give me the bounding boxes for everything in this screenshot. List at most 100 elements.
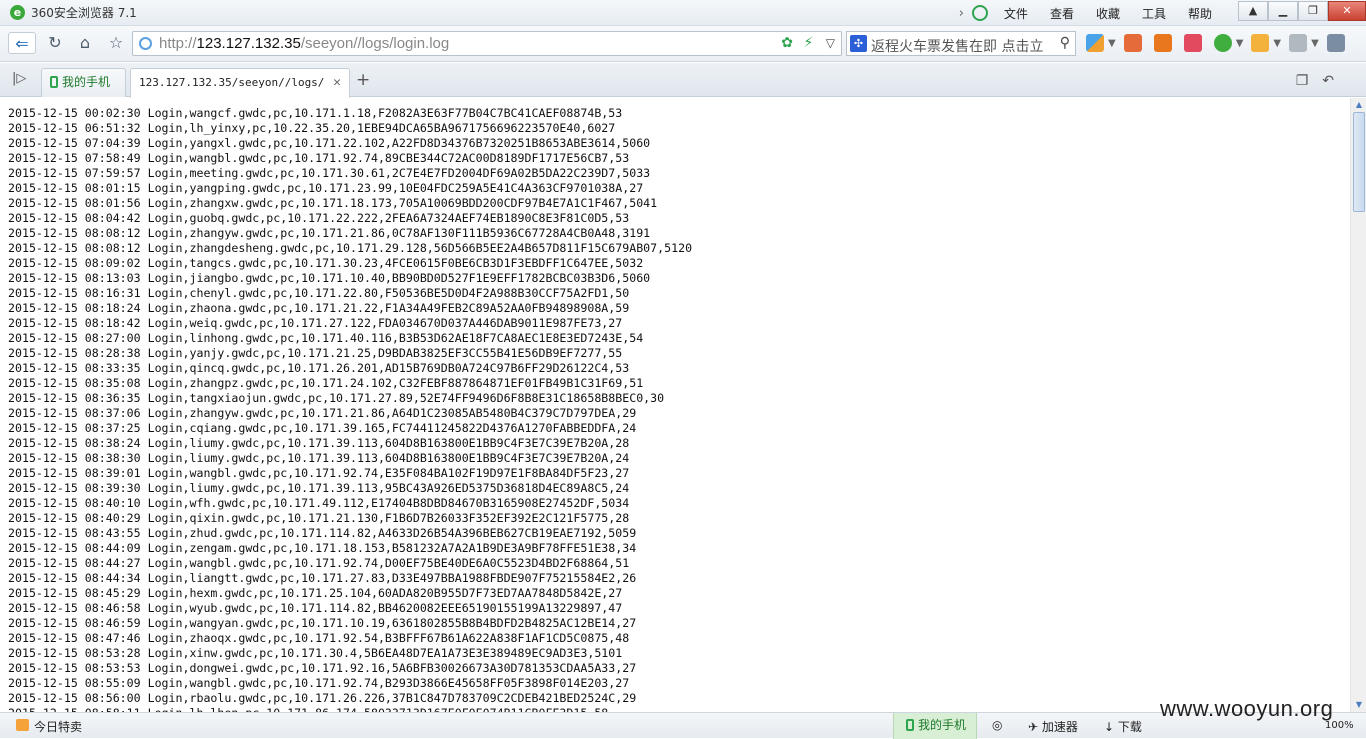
chevron-down-icon[interactable]: ▼ [1108, 38, 1116, 49]
taobao-icon[interactable] [1153, 34, 1172, 52]
log-line: 2015-12-15 08:37:25 Login,cqiang.gwdc,pc… [8, 421, 637, 435]
home-button[interactable]: ⌂ [74, 32, 96, 54]
window-title: 360安全浏览器 7.1 [31, 6, 137, 20]
phone-icon [906, 719, 914, 731]
log-line: 2015-12-15 08:01:56 Login,zhangxw.gwdc,p… [8, 196, 658, 210]
log-line: 2015-12-15 08:53:53 Login,dongwei.gwdc,p… [8, 661, 637, 675]
bag-icon[interactable] [1183, 34, 1202, 52]
scroll-down-icon[interactable]: ▼ [1353, 699, 1365, 711]
menu-tools[interactable]: 工具 [1142, 5, 1166, 22]
address-bar[interactable]: http://123.127.132.35/seeyon//logs/login… [132, 31, 842, 56]
page-content: 2015-12-15 00:02:30 Login,wangcf.gwdc,pc… [0, 98, 1350, 712]
log-line: 2015-12-15 08:08:12 Login,zhangyw.gwdc,p… [8, 226, 651, 240]
log-line: 2015-12-15 08:09:02 Login,tangcs.gwdc,pc… [8, 256, 644, 270]
log-line: 2015-12-15 08:28:38 Login,yanjy.gwdc,pc,… [8, 346, 623, 360]
log-line: 2015-12-15 08:45:29 Login,hexm.gwdc,pc,1… [8, 586, 623, 600]
close-button[interactable]: ✕ [1328, 1, 1366, 21]
log-line: 2015-12-15 07:04:39 Login,yangxl.gwdc,pc… [8, 136, 651, 150]
chevron-down-icon[interactable]: ▽ [826, 36, 835, 50]
scroll-thumb[interactable] [1353, 112, 1365, 212]
chevron-right-icon[interactable]: › [959, 6, 964, 21]
menu-file[interactable]: 文件 [1004, 5, 1028, 22]
tab-list-icon[interactable]: ❐ [1296, 73, 1323, 89]
navigation-bar: ⇐ ↻ ⌂ ☆ http://123.127.132.35/seeyon//lo… [0, 26, 1366, 62]
tab-bar-actions: ❐↶ [1296, 73, 1348, 89]
shield-icon[interactable] [1213, 34, 1232, 52]
minimize-button[interactable]: ▁ [1268, 1, 1298, 21]
menu-favorites[interactable]: 收藏 [1096, 5, 1120, 22]
log-line: 2015-12-15 07:59:57 Login,meeting.gwdc,p… [8, 166, 651, 180]
tab-login-log[interactable]: 123.127.132.35/seeyon//logs/ ✕ [130, 68, 350, 98]
new-tab-button[interactable]: + [356, 70, 370, 90]
log-line: 2015-12-15 08:55:09 Login,wangbl.gwdc,pc… [8, 676, 630, 690]
back-button[interactable]: ⇐ [8, 32, 36, 54]
screenshot-icon[interactable] [1289, 34, 1308, 52]
tab-bar: |▷ 我的手机 123.127.132.35/seeyon//logs/ ✕ +… [0, 63, 1366, 98]
log-line: 2015-12-15 08:40:29 Login,qixin.gwdc,pc,… [8, 511, 630, 525]
apps-icon[interactable] [1086, 34, 1104, 52]
search-input[interactable]: 返程火车票发售在即 点击立 [871, 36, 1051, 56]
log-line: 2015-12-15 08:39:01 Login,wangbl.gwdc,pc… [8, 466, 630, 480]
log-line: 2015-12-15 08:35:08 Login,zhangpz.gwdc,p… [8, 376, 644, 390]
game-icon[interactable] [1251, 34, 1270, 52]
speed-icon[interactable]: ◎ [992, 718, 1002, 732]
menu-view[interactable]: 查看 [1050, 5, 1074, 22]
favorite-star-icon[interactable]: ☆ [105, 32, 127, 54]
window-buttons: ▲ ▁ ❐ ✕ [1238, 1, 1366, 21]
browser-logo-icon: e [10, 5, 25, 20]
lightning-icon[interactable]: ⚡ [803, 35, 813, 51]
daily-deals-link[interactable]: 今日特卖 [34, 718, 82, 735]
translate-icon[interactable] [1326, 34, 1345, 52]
log-line: 2015-12-15 08:13:03 Login,jiangbo.gwdc,p… [8, 271, 651, 285]
close-icon[interactable]: ✕ [333, 69, 341, 96]
url-text[interactable]: http://123.127.132.35/seeyon//logs/login… [159, 35, 449, 52]
baidu-paw-icon[interactable]: ✣ [850, 35, 867, 52]
chevron-down-icon[interactable]: ▼ [1236, 38, 1244, 49]
menu-help[interactable]: 帮助 [1188, 5, 1212, 22]
log-line: 2015-12-15 08:04:42 Login,guobq.gwdc,pc,… [8, 211, 630, 225]
calendar-icon[interactable] [1123, 34, 1142, 52]
chevron-down-icon[interactable]: ▼ [1273, 38, 1281, 49]
phone-icon [50, 76, 58, 88]
log-line: 2015-12-15 08:53:28 Login,xinw.gwdc,pc,1… [8, 646, 623, 660]
chevron-down-icon[interactable]: ▼ [1311, 38, 1319, 49]
log-line: 2015-12-15 08:33:35 Login,qincq.gwdc,pc,… [8, 361, 630, 375]
log-line: 2015-12-15 07:58:49 Login,wangbl.gwdc,pc… [8, 151, 630, 165]
log-line: 2015-12-15 08:01:15 Login,yangping.gwdc,… [8, 181, 644, 195]
log-line: 2015-12-15 08:46:59 Login,wangyan.gwdc,p… [8, 616, 637, 630]
tab-my-phone[interactable]: 我的手机 [41, 68, 126, 97]
log-text: 2015-12-15 00:02:30 Login,wangcf.gwdc,pc… [8, 106, 692, 712]
log-line: 2015-12-15 08:56:00 Login,rbaolu.gwdc,pc… [8, 691, 637, 705]
log-line: 2015-12-15 08:44:34 Login,liangtt.gwdc,p… [8, 571, 637, 585]
search-icon[interactable]: ⚲ [1060, 35, 1070, 51]
status-my-phone[interactable]: 我的手机 [893, 713, 977, 739]
log-line: 2015-12-15 08:38:30 Login,liumy.gwdc,pc,… [8, 451, 630, 465]
title-bar-controls: › 文件 查看 收藏 工具 帮助 ▲ ▁ ❐ ✕ [959, 0, 1366, 26]
download-button[interactable]: ↓ 下载 [1104, 718, 1142, 735]
tab-title: 123.127.132.35/seeyon//logs/ [139, 76, 325, 89]
title-bar: e 360安全浏览器 7.1 › 文件 查看 收藏 工具 帮助 ▲ ▁ ❐ ✕ [0, 0, 1366, 26]
log-line: 2015-12-15 08:08:12 Login,zhangdesheng.g… [8, 241, 693, 255]
log-line: 2015-12-15 08:18:24 Login,zhaona.gwdc,pc… [8, 301, 630, 315]
log-line: 2015-12-15 08:43:55 Login,zhud.gwdc,pc,1… [8, 526, 637, 540]
log-line: 2015-12-15 08:18:42 Login,weiq.gwdc,pc,1… [8, 316, 623, 330]
accelerator-button[interactable]: ✈ 加速器 [1028, 718, 1078, 735]
url-actions: ✿ ⚡ ▽ [781, 35, 835, 51]
log-line: 2015-12-15 08:27:00 Login,linhong.gwdc,p… [8, 331, 644, 345]
log-line: 2015-12-15 08:46:58 Login,wyub.gwdc,pc,1… [8, 601, 623, 615]
gift-icon [16, 719, 29, 731]
search-box[interactable]: ✣ 返程火车票发售在即 点击立 ⚲ [846, 31, 1076, 56]
vertical-scrollbar[interactable]: ▲ ▼ [1350, 98, 1366, 712]
log-line: 2015-12-15 08:36:35 Login,tangxiaojun.gw… [8, 391, 665, 405]
skin-icon[interactable]: ▲ [1238, 1, 1268, 21]
log-line: 2015-12-15 08:47:46 Login,zhaoqx.gwdc,pc… [8, 631, 630, 645]
log-line: 2015-12-15 08:40:10 Login,wfh.gwdc,pc,10… [8, 496, 630, 510]
refresh-button[interactable]: ↻ [44, 32, 66, 54]
maximize-button[interactable]: ❐ [1298, 1, 1328, 21]
globe-icon [139, 37, 152, 50]
user-icon[interactable] [971, 5, 988, 21]
reload-circle-icon[interactable]: ✿ [781, 35, 793, 51]
sidebar-toggle-icon[interactable]: |▷ [12, 71, 26, 86]
undo-close-icon[interactable]: ↶ [1322, 73, 1348, 89]
scroll-up-icon[interactable]: ▲ [1353, 99, 1365, 111]
